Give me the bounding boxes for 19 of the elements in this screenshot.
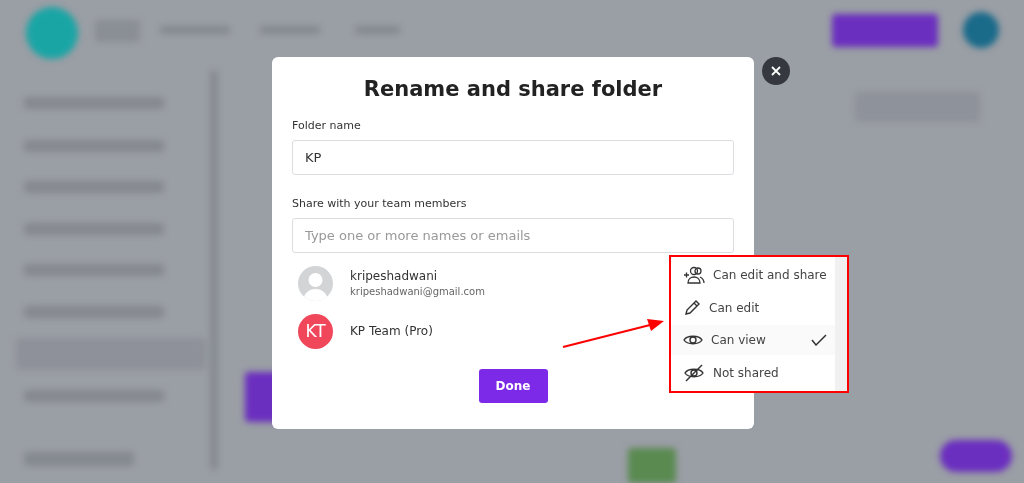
member-name: KP Team (Pro) <box>350 324 433 338</box>
done-button[interactable]: Done <box>478 369 548 403</box>
dialog-title: Rename and share folder <box>362 77 664 101</box>
close-icon <box>771 66 781 76</box>
user-avatar <box>298 265 333 301</box>
pencil-icon <box>683 298 701 317</box>
share-field[interactable]: Type one or more names or emails <box>292 218 734 253</box>
field-label: Share with your team members <box>292 197 467 210</box>
add-people-icon <box>683 266 705 285</box>
hidden-eye-icon <box>683 363 705 382</box>
scrollbar[interactable] <box>835 257 847 391</box>
menu-item[interactable]: Can view <box>671 325 835 356</box>
folder-name-field[interactable]: KP <box>292 140 734 175</box>
close-button[interactable] <box>762 57 790 85</box>
team-avatar: KT <box>298 313 333 349</box>
member-name: kripeshadwani <box>350 269 439 283</box>
member-email: kripeshadwani@gmail.com <box>350 286 485 297</box>
check-icon <box>811 334 827 347</box>
field-label: Folder name <box>292 119 361 132</box>
